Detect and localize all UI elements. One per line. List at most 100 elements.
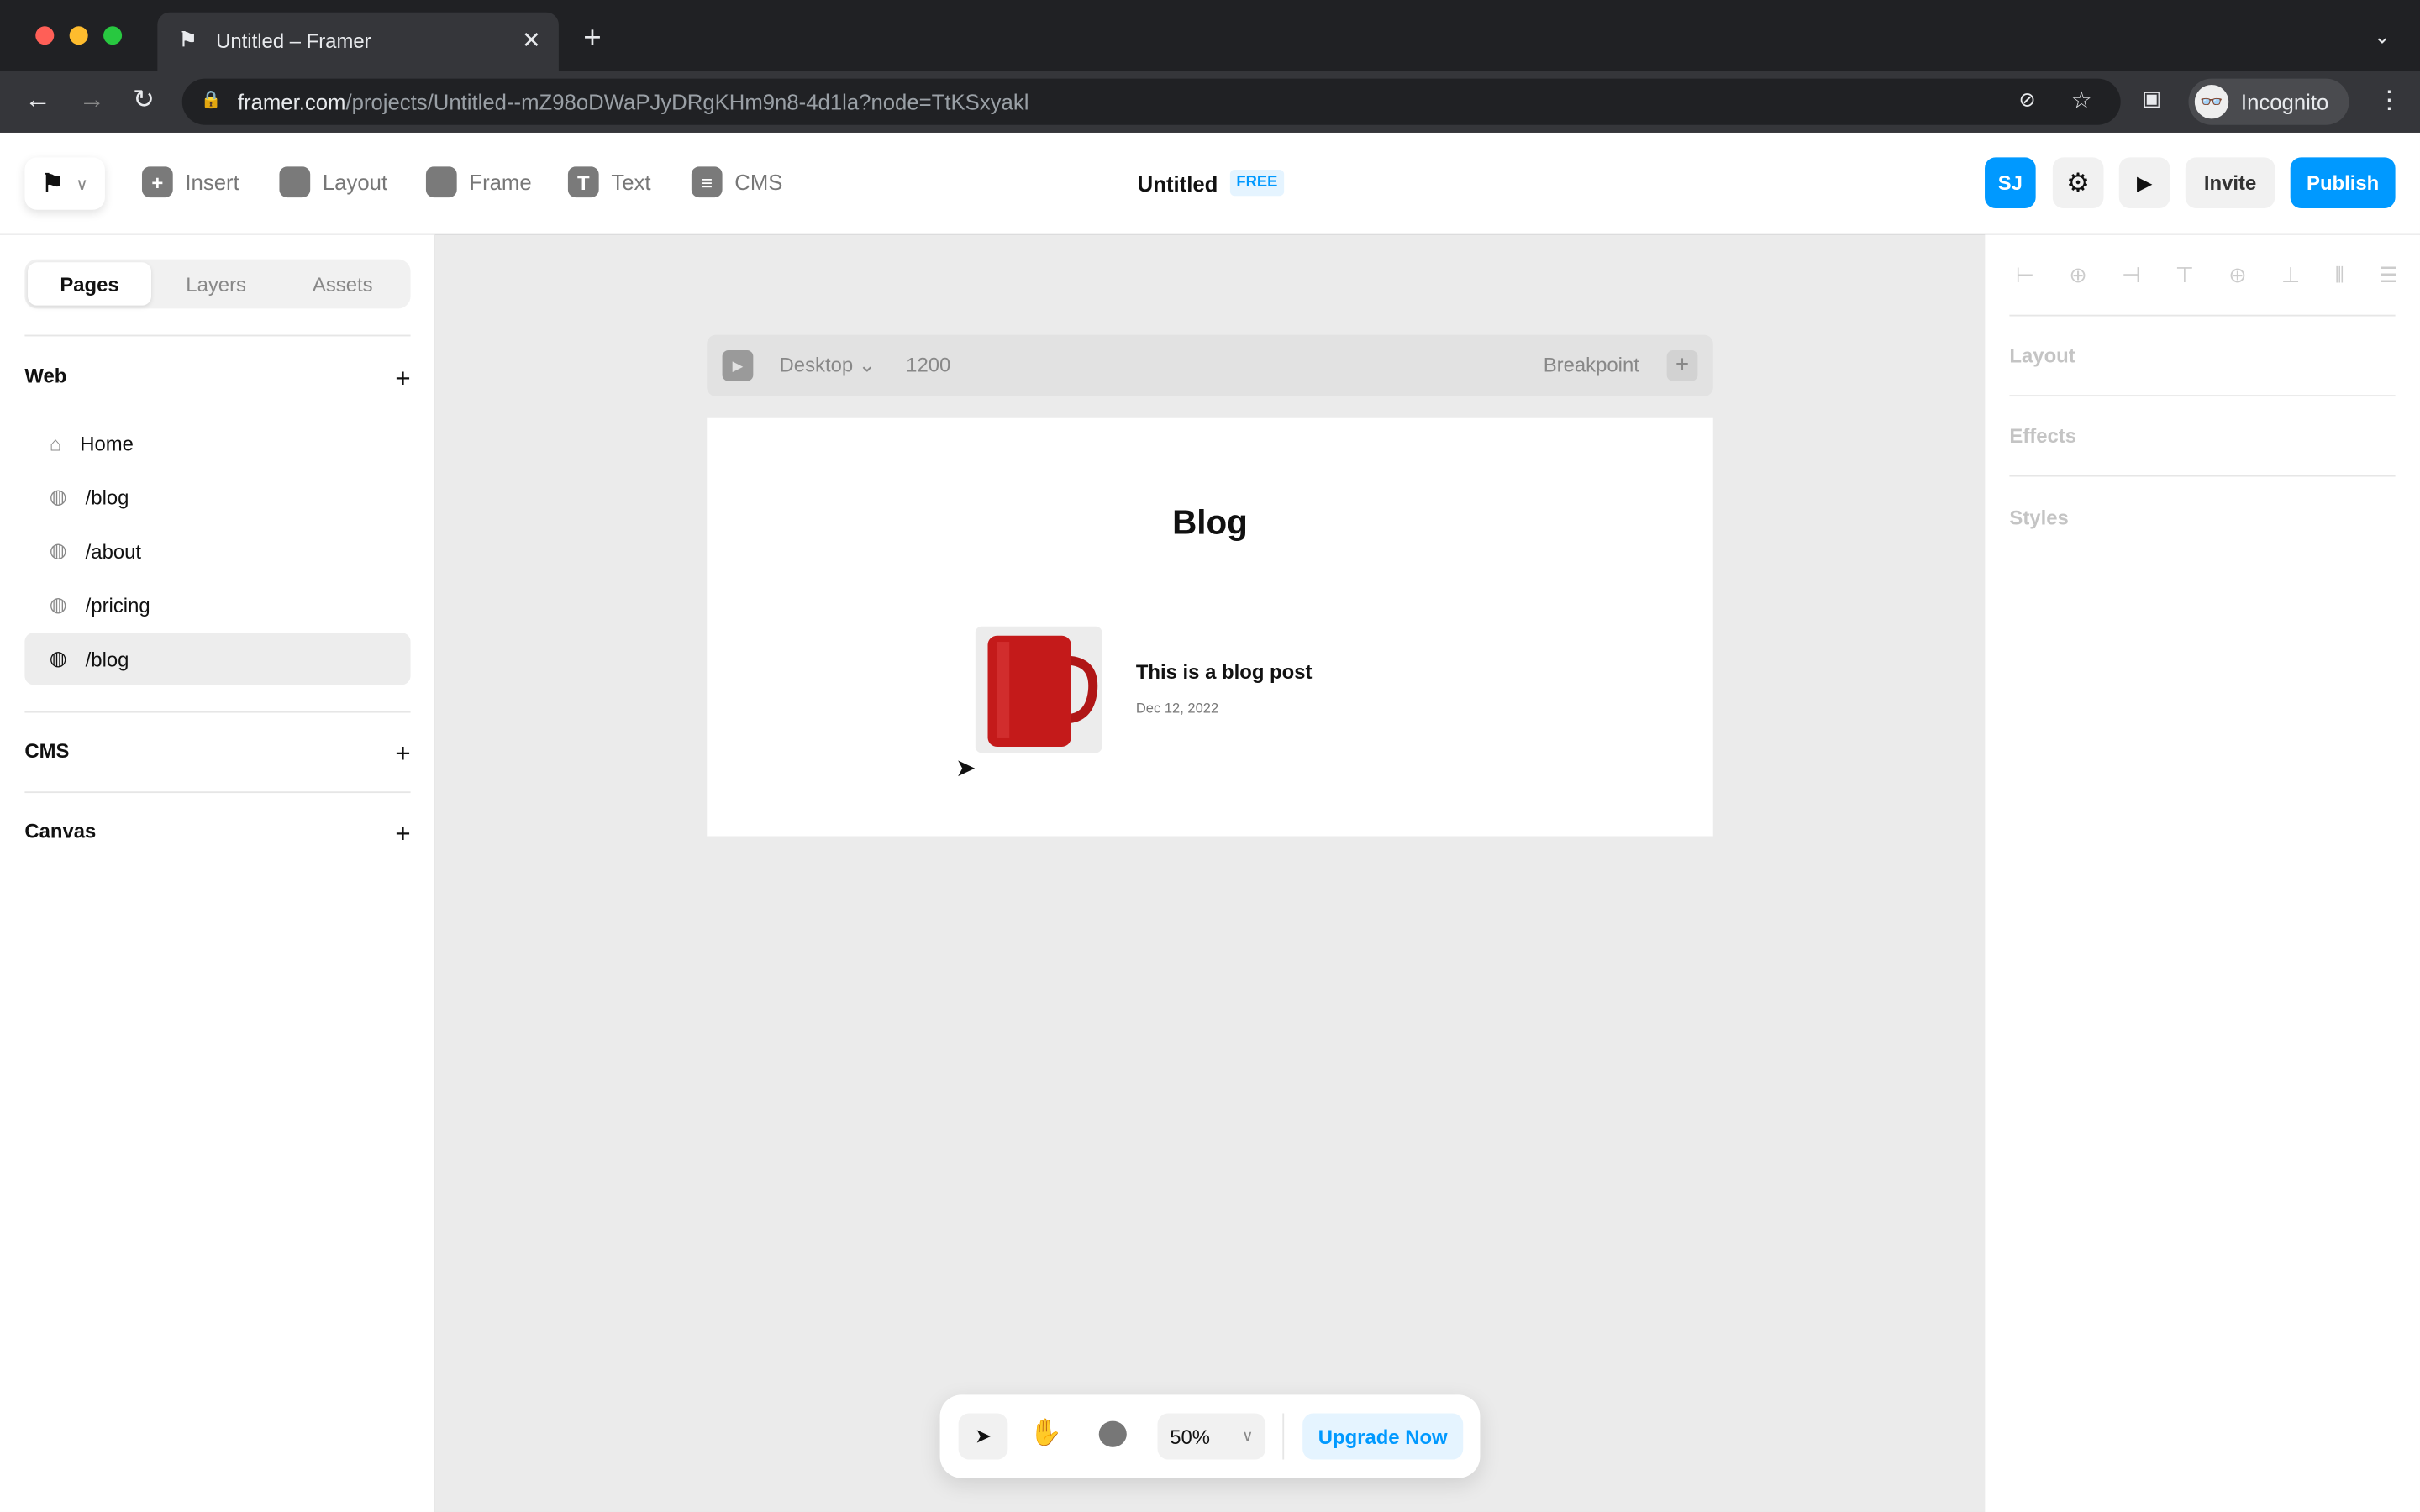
distribute-v-icon[interactable]: ☰ <box>2379 262 2398 288</box>
upgrade-now-button[interactable]: Upgrade Now <box>1302 1413 1464 1460</box>
canvas-section-label: Canvas <box>24 819 97 843</box>
publish-button[interactable]: Publish <box>2290 157 2396 208</box>
add-page-plus-icon[interactable]: + <box>395 364 410 395</box>
effects-section: Effects <box>2009 424 2077 448</box>
page-item-home[interactable]: ⌂ Home <box>24 417 410 469</box>
new-tab-button[interactable]: + <box>583 22 601 57</box>
maximize-window-button[interactable] <box>103 26 123 45</box>
add-breakpoint-plus-icon[interactable]: + <box>1666 349 1698 381</box>
align-right-icon[interactable]: ⊣ <box>2122 262 2140 288</box>
page-label: /blog <box>85 647 129 671</box>
breakpoint-bar: ▶ Desktop ⌄ 1200 Breakpoint + <box>707 334 1713 397</box>
align-center-h-icon[interactable]: ⊕ <box>2069 262 2087 288</box>
breakpoint-dropdown[interactable]: Desktop ⌄ <box>780 354 876 378</box>
left-panel: Pages Layers Assets Web + ⌂ Home ◍ /blog ◍ /… <box>0 234 435 1512</box>
page-label: /blog <box>85 485 129 509</box>
panel-tabs: Pages Layers Assets <box>24 259 411 309</box>
globe-icon: ◍ <box>49 484 67 508</box>
distribute-h-icon[interactable]: ⦀ <box>2335 262 2344 288</box>
preview-play-icon[interactable]: ▶ <box>722 349 754 381</box>
zoom-dropdown[interactable]: 50% ∨ <box>1157 1413 1266 1460</box>
web-section-label: Web <box>24 364 67 388</box>
right-panel: ⊢ ⊕ ⊣ ⊤ ⊕ ⊥ ⦀ ☰ Layout Effects Styles <box>1985 234 2420 1512</box>
url-input[interactable]: 🔒 framer.com/projects/Untitled--mZ98oDWa… <box>182 78 2121 125</box>
insert-button[interactable]: + Insert <box>141 166 239 198</box>
text-label: Text <box>611 170 651 195</box>
text-icon: T <box>567 166 599 198</box>
add-canvas-plus-icon[interactable]: + <box>395 819 410 850</box>
incognito-icon: 👓 <box>2194 85 2229 119</box>
cms-button[interactable]: ≡ CMS <box>691 166 783 198</box>
add-cms-plus-icon[interactable]: + <box>395 739 410 770</box>
frame-icon <box>425 166 457 198</box>
eye-off-icon[interactable]: ⊘ <box>2018 88 2035 113</box>
forward-button[interactable]: → <box>79 85 105 116</box>
incognito-profile-button[interactable]: 👓 Incognito <box>2188 78 2349 125</box>
framer-logo-icon: ⚑ <box>41 171 64 198</box>
page-item-blog[interactable]: ◍ /blog <box>24 470 410 522</box>
tab-title: Untitled – Framer <box>216 29 371 53</box>
lock-icon: 🔒 <box>200 91 222 110</box>
plan-badge: FREE <box>1230 170 1284 197</box>
chevron-down-icon: ∨ <box>1241 1427 1254 1446</box>
globe-icon: ◍ <box>49 592 67 616</box>
page-item-about[interactable]: ◍ /about <box>24 524 410 576</box>
close-tab-icon[interactable]: ✕ <box>522 26 541 54</box>
layout-button[interactable]: Layout <box>279 166 388 198</box>
page-label: /pricing <box>85 593 150 617</box>
side-panel-icon[interactable]: ▣ <box>2142 87 2161 111</box>
align-top-icon[interactable]: ⊤ <box>2175 262 2194 288</box>
hand-tool-icon[interactable]: ✋ <box>1029 1418 1062 1449</box>
minimize-window-button[interactable] <box>69 26 88 45</box>
framer-toolbar: ⚑ ∨ + Insert Layout Frame T Text ≡ CMS Untit… <box>0 132 2420 235</box>
layout-label: Layout <box>322 170 388 195</box>
star-icon[interactable]: ☆ <box>2071 87 2092 114</box>
blog-heading: Blog <box>1172 502 1248 542</box>
canvas[interactable]: ▶ Desktop ⌄ 1200 Breakpoint + Blog This … <box>434 234 1986 1512</box>
comment-tool-icon[interactable] <box>1098 1420 1127 1447</box>
alignment-tools: ⊢ ⊕ ⊣ ⊤ ⊕ ⊥ ⦀ ☰ <box>2016 262 2399 288</box>
align-middle-icon[interactable]: ⊕ <box>2228 262 2247 288</box>
red-mug-image <box>987 635 1098 747</box>
layout-section: Layout <box>2009 344 2075 368</box>
browser-tab-bar: ⚑ Untitled – Framer ✕ + ⌄ <box>0 0 2420 71</box>
reload-button[interactable]: ↻ <box>133 85 155 116</box>
breakpoint-width[interactable]: 1200 <box>906 354 950 377</box>
invite-button[interactable]: Invite <box>2185 157 2275 208</box>
align-left-icon[interactable]: ⊢ <box>2016 262 2034 288</box>
browser-tab[interactable]: ⚑ Untitled – Framer ✕ <box>157 12 559 71</box>
page-item-pricing[interactable]: ◍ /pricing <box>24 579 410 631</box>
preview-play-icon[interactable]: ▶ <box>2118 157 2170 208</box>
tab-pages[interactable]: Pages <box>28 262 151 306</box>
project-title[interactable]: Untitled FREE <box>1138 170 1284 197</box>
tab-layers[interactable]: Layers <box>155 262 278 305</box>
home-icon: ⌂ <box>49 431 62 454</box>
select-tool-cursor-icon[interactable]: ➤ <box>958 1413 1008 1460</box>
settings-gear-icon[interactable]: ⚙ <box>2052 157 2104 208</box>
back-button[interactable]: ← <box>24 85 50 116</box>
mouse-cursor-icon: ➤ <box>955 755 976 783</box>
profile-label: Incognito <box>2240 89 2329 114</box>
page-item-blog-selected[interactable]: ◍ /blog <box>24 633 411 685</box>
browser-menu-icon[interactable]: ⋮ <box>2377 85 2402 116</box>
layout-icon <box>279 166 311 198</box>
address-bar-row: ← → ↻ 🔒 framer.com/projects/Untitled--mZ… <box>0 71 2420 133</box>
breakpoint-name: Desktop <box>779 353 854 377</box>
styles-section: Styles <box>2009 506 2069 529</box>
blog-post-image <box>975 626 1102 753</box>
plus-icon: + <box>141 166 173 198</box>
framer-menu-button[interactable]: ⚑ ∨ <box>24 157 105 209</box>
cms-label: CMS <box>734 170 783 195</box>
tab-search-chevron-icon[interactable]: ⌄ <box>2374 24 2391 49</box>
desktop-frame[interactable]: Blog This is a blog post Dec 12, 2022 <box>707 417 1713 837</box>
chevron-down-icon: ∨ <box>76 175 89 194</box>
close-window-button[interactable] <box>35 26 55 45</box>
page-label: Home <box>80 431 134 454</box>
blog-post-title[interactable]: This is a blog post <box>1136 660 1313 684</box>
globe-icon: ◍ <box>49 538 67 562</box>
tab-assets[interactable]: Assets <box>281 262 404 305</box>
avatar[interactable]: SJ <box>1985 157 2036 208</box>
text-button[interactable]: T Text <box>567 166 651 198</box>
frame-button[interactable]: Frame <box>425 166 532 198</box>
align-bottom-icon[interactable]: ⊥ <box>2281 262 2300 288</box>
